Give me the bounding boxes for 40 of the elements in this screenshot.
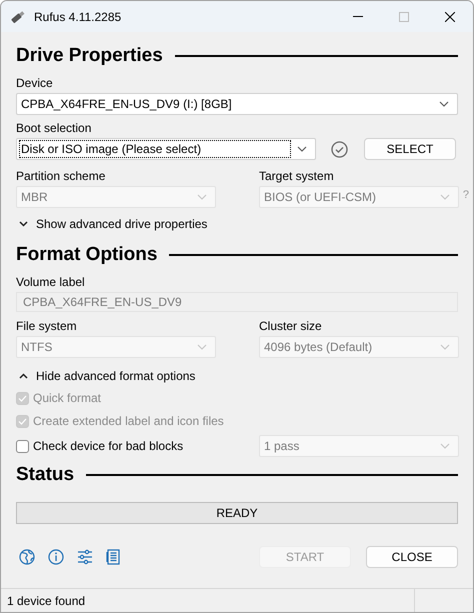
field-label: Target system — [259, 169, 335, 183]
checkmark-circle-icon[interactable] — [331, 140, 348, 158]
status-text: 1 device found — [6, 594, 86, 608]
select-button[interactable]: SELECT — [364, 138, 456, 160]
section-heading: Drive Properties — [16, 45, 163, 67]
help-mark[interactable]: ? — [462, 189, 469, 201]
usb-drive-icon — [10, 10, 26, 24]
chevron-icon — [439, 101, 449, 107]
close-button[interactable]: CLOSE — [366, 546, 458, 568]
checkbox[interactable] — [16, 440, 29, 452]
dropdown[interactable]: Disk or ISO image (Please select) — [16, 138, 316, 160]
settings-icon[interactable] — [77, 549, 93, 565]
info-icon[interactable] — [48, 549, 64, 565]
close-icon[interactable] — [445, 12, 455, 22]
field-label: File system — [16, 319, 78, 333]
checkbox-label[interactable]: Check device for bad blocks — [33, 439, 184, 453]
chevron-icon — [197, 194, 207, 200]
chevron-icon — [197, 344, 207, 350]
field-label: Device — [16, 76, 54, 90]
dropdown[interactable]: CPBA_X64FRE_EN-US_DV9 (I:) [8GB] — [16, 93, 458, 115]
chevron-up-icon[interactable] — [19, 373, 28, 379]
checkmark-icon — [18, 418, 27, 424]
chevron-icon — [440, 194, 450, 200]
progress-bar: READY — [16, 502, 458, 524]
field-label: Cluster size — [259, 319, 323, 333]
section-heading: Format Options — [16, 244, 158, 266]
window-title: Rufus 4.11.2285 — [34, 10, 122, 24]
toggle-link[interactable]: Show advanced drive properties — [36, 217, 208, 231]
section-heading: Status — [16, 464, 74, 486]
chevron-icon — [440, 344, 450, 350]
log-icon[interactable] — [106, 549, 120, 565]
checkmark-icon — [18, 394, 27, 402]
field-label: Volume label — [16, 275, 86, 289]
field-label: Partition scheme — [16, 169, 106, 183]
chevron-down-icon[interactable] — [19, 221, 28, 227]
toggle-link[interactable]: Hide advanced format options — [36, 369, 196, 383]
chevron-icon — [440, 443, 450, 449]
chevron-icon — [297, 146, 307, 152]
globe-icon[interactable] — [19, 549, 35, 565]
field-label: Boot selection — [16, 121, 92, 135]
